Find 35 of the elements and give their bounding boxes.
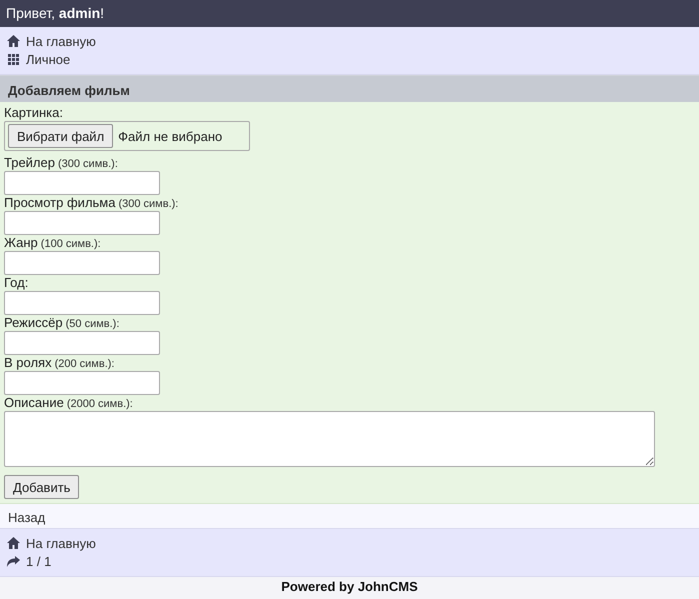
forward-arrow-icon [7, 556, 20, 566]
description-field[interactable] [4, 411, 655, 467]
text-field[interactable] [4, 331, 160, 355]
file-input[interactable]: Вибрати файл Файл не вибрано [4, 121, 250, 151]
field-label: Год: [4, 275, 28, 291]
field-label: Жанр [4, 235, 38, 251]
text-field[interactable] [4, 171, 160, 195]
field-hint: (50 симв.): [66, 317, 120, 332]
text-field[interactable] [4, 291, 160, 315]
field-label: Просмотр фильма [4, 195, 116, 211]
text-field[interactable] [4, 371, 160, 395]
field-label: Описание [4, 395, 64, 411]
field-label: В ролях [4, 355, 52, 371]
nav-link[interactable]: 1 / 1 [26, 554, 52, 568]
field-hint: (300 симв.): [58, 157, 118, 172]
text-field[interactable] [4, 251, 160, 275]
submit-button[interactable]: Добавить [4, 475, 80, 499]
text-field[interactable] [4, 211, 160, 235]
nav-link[interactable]: Личное [26, 52, 70, 66]
field-label: Трейлер [4, 155, 55, 171]
field-hint: (100 симв.): [40, 237, 101, 252]
form-title: Добавляем фильм [0, 75, 699, 102]
field-hint: (300 симв.): [118, 197, 178, 212]
grid-icon [8, 54, 19, 64]
greeting-text: Привет, admin! [6, 5, 104, 21]
field-label: Картинка: [4, 105, 63, 121]
home-icon [7, 537, 20, 549]
nav-link[interactable]: На главную [26, 536, 96, 550]
back-link[interactable]: Назад [8, 510, 46, 525]
footer-text: Powered by JohnCMS [281, 579, 418, 594]
field-label: Режиссёр [4, 315, 63, 331]
field-hint: (200 симв.): [54, 357, 114, 372]
nav-link[interactable]: На главную [26, 34, 96, 48]
field-hint: (2000 симв.): [66, 397, 133, 412]
home-icon [7, 35, 20, 47]
